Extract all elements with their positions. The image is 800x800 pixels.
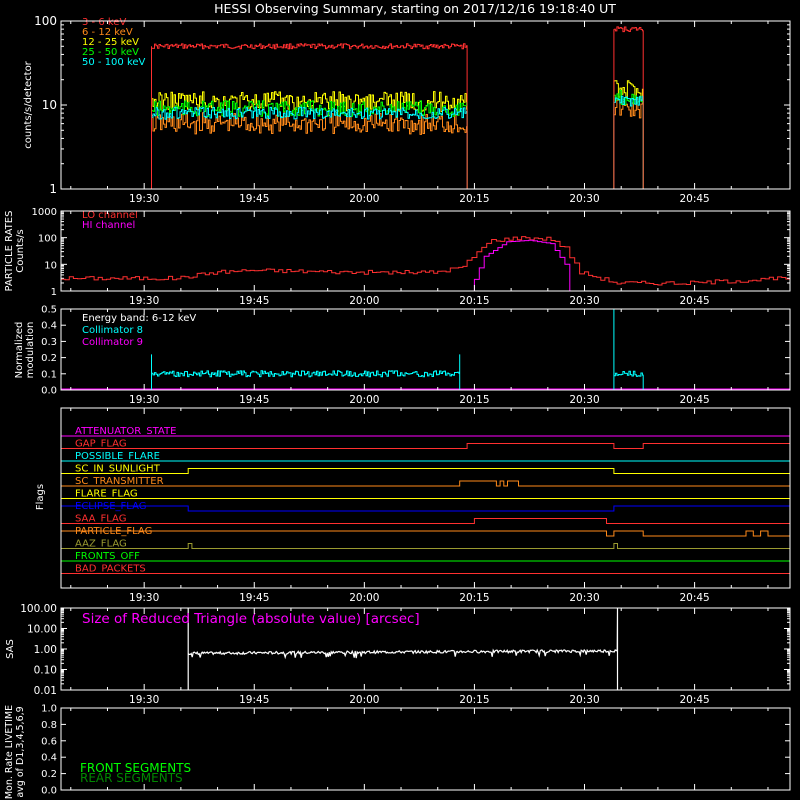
flag-label: SC_TRANSMITTER bbox=[75, 476, 164, 487]
flag-line bbox=[60, 530, 790, 537]
x-tick-label: 19:45 bbox=[239, 592, 269, 604]
y-axis-label: PARTICLE RATES bbox=[4, 211, 15, 292]
flag-label: ATTENUATOR_STATE bbox=[75, 426, 176, 437]
x-tick-label: 20:00 bbox=[349, 394, 379, 406]
y-tick-label: 1 bbox=[49, 182, 57, 196]
y-tick-label: 0.4 bbox=[41, 321, 57, 332]
flag-label: GAP_FLAG bbox=[75, 439, 127, 450]
plot-canvas: HESSI Observing Summary, starting on 201… bbox=[4, 1, 791, 799]
y-tick-label: 0.1 bbox=[41, 369, 57, 380]
y-tick-label: 100 bbox=[38, 234, 57, 245]
y-tick-label: 10 bbox=[42, 98, 57, 112]
legend-item: HI channel bbox=[82, 220, 135, 231]
x-tick-label: 19:30 bbox=[129, 394, 159, 406]
x-tick-label: 20:30 bbox=[569, 592, 599, 604]
sas-annotation: Size of Reduced Triangle (absolute value… bbox=[82, 611, 420, 627]
x-tick-label: 19:30 bbox=[129, 193, 159, 205]
y-axis-label: modulation bbox=[25, 322, 36, 379]
count-rate-line-12-25keV bbox=[151, 80, 644, 189]
x-tick-label: 20:15 bbox=[459, 592, 489, 604]
y-tick-label: 0.3 bbox=[41, 337, 57, 348]
hessi-summary-plot: HESSI Observing Summary, starting on 201… bbox=[0, 0, 800, 800]
x-tick-label: 20:00 bbox=[349, 694, 379, 706]
y-tick-label: 0.4 bbox=[41, 753, 57, 764]
y-tick-label: 1.0 bbox=[41, 704, 57, 715]
y-axis-label: Flags bbox=[35, 484, 46, 510]
x-tick-label: 20:15 bbox=[459, 295, 489, 307]
flag-line bbox=[61, 480, 790, 487]
flag-line bbox=[61, 518, 790, 524]
x-tick-label: 20:00 bbox=[349, 193, 379, 205]
modulation-line-collimator-8 bbox=[151, 309, 644, 390]
particle-rate-frame bbox=[60, 210, 791, 292]
x-tick-label: 20:45 bbox=[679, 193, 709, 205]
y-axis-label: Counts/s bbox=[15, 229, 26, 273]
flag-line bbox=[61, 543, 790, 549]
y-tick-label: 100 bbox=[34, 14, 57, 28]
x-tick-label: 20:30 bbox=[569, 193, 599, 205]
y-tick-label: 0.5 bbox=[41, 305, 57, 316]
flag-line bbox=[60, 505, 791, 512]
y-tick-label: 0.0 bbox=[41, 786, 57, 797]
y-tick-label: 1000 bbox=[32, 207, 57, 218]
x-tick-label: 20:15 bbox=[459, 193, 489, 205]
y-tick-label: 0.8 bbox=[41, 720, 57, 731]
particle-rate-line bbox=[61, 239, 790, 292]
x-tick-label: 20:00 bbox=[349, 592, 379, 604]
x-tick-label: 19:45 bbox=[239, 295, 269, 307]
flag-line bbox=[61, 443, 791, 449]
plot-title: HESSI Observing Summary, starting on 201… bbox=[214, 1, 616, 16]
flag-line bbox=[61, 468, 790, 474]
y-tick-label: 0.2 bbox=[41, 353, 57, 364]
x-tick-label: 20:30 bbox=[569, 694, 599, 706]
x-tick-label: 19:45 bbox=[239, 694, 269, 706]
flag-label: SAA_FLAG bbox=[75, 514, 126, 525]
y-axis-label: Mon. Rate LIVETIME bbox=[4, 705, 15, 799]
y-tick-label: 10.00 bbox=[27, 624, 57, 636]
y-axis-label: avg of D1,3,4,5,6,9 bbox=[15, 706, 26, 797]
flag-label: SC_IN_SUNLIGHT bbox=[75, 464, 161, 475]
x-tick-label: 20:30 bbox=[569, 295, 599, 307]
flag-label: AAZ_FLAG bbox=[75, 539, 127, 550]
x-tick-label: 19:30 bbox=[129, 592, 159, 604]
y-axis-label: Normalized bbox=[14, 322, 25, 379]
y-tick-label: 0.6 bbox=[41, 736, 57, 747]
x-tick-label: 19:30 bbox=[129, 694, 159, 706]
x-tick-label: 20:45 bbox=[679, 694, 709, 706]
legend-item: 50 - 100 keV bbox=[82, 57, 146, 68]
x-tick-label: 19:45 bbox=[239, 193, 269, 205]
x-tick-label: 19:30 bbox=[129, 295, 159, 307]
y-axis-label: SAS bbox=[5, 639, 16, 659]
x-tick-label: 20:00 bbox=[349, 295, 379, 307]
x-tick-label: 19:45 bbox=[239, 394, 269, 406]
flag-label: FLARE_FLAG bbox=[75, 489, 138, 500]
legend-item: REAR SEGMENTS bbox=[80, 771, 183, 785]
y-axis-label: counts/s/detector bbox=[23, 60, 34, 148]
x-tick-label: 20:45 bbox=[679, 394, 709, 406]
y-tick-label: 0.10 bbox=[34, 665, 57, 677]
particle-rate-line bbox=[60, 236, 790, 286]
energy-band-annotation: Energy band: 6-12 keV bbox=[82, 313, 196, 324]
x-tick-label: 20:30 bbox=[569, 394, 599, 406]
y-tick-label: 100.00 bbox=[20, 603, 57, 615]
flag-label: FRONTS_OFF bbox=[75, 551, 140, 562]
x-tick-label: 20:15 bbox=[459, 394, 489, 406]
y-tick-label: 0.2 bbox=[41, 769, 57, 780]
y-tick-label: 0.0 bbox=[41, 386, 57, 397]
flag-label: BAD_PACKETS bbox=[75, 564, 146, 575]
y-tick-label: 0.01 bbox=[34, 685, 57, 697]
flag-label: POSSIBLE_FLARE bbox=[75, 451, 160, 462]
y-tick-label: 1.00 bbox=[34, 644, 57, 656]
x-tick-label: 20:15 bbox=[459, 694, 489, 706]
x-tick-label: 20:45 bbox=[679, 295, 709, 307]
y-tick-label: 1 bbox=[51, 287, 57, 298]
x-tick-label: 20:45 bbox=[679, 592, 709, 604]
legend-item: Collimator 8 bbox=[82, 325, 143, 336]
legend-item: Collimator 9 bbox=[82, 337, 143, 348]
y-tick-label: 10 bbox=[44, 260, 57, 271]
